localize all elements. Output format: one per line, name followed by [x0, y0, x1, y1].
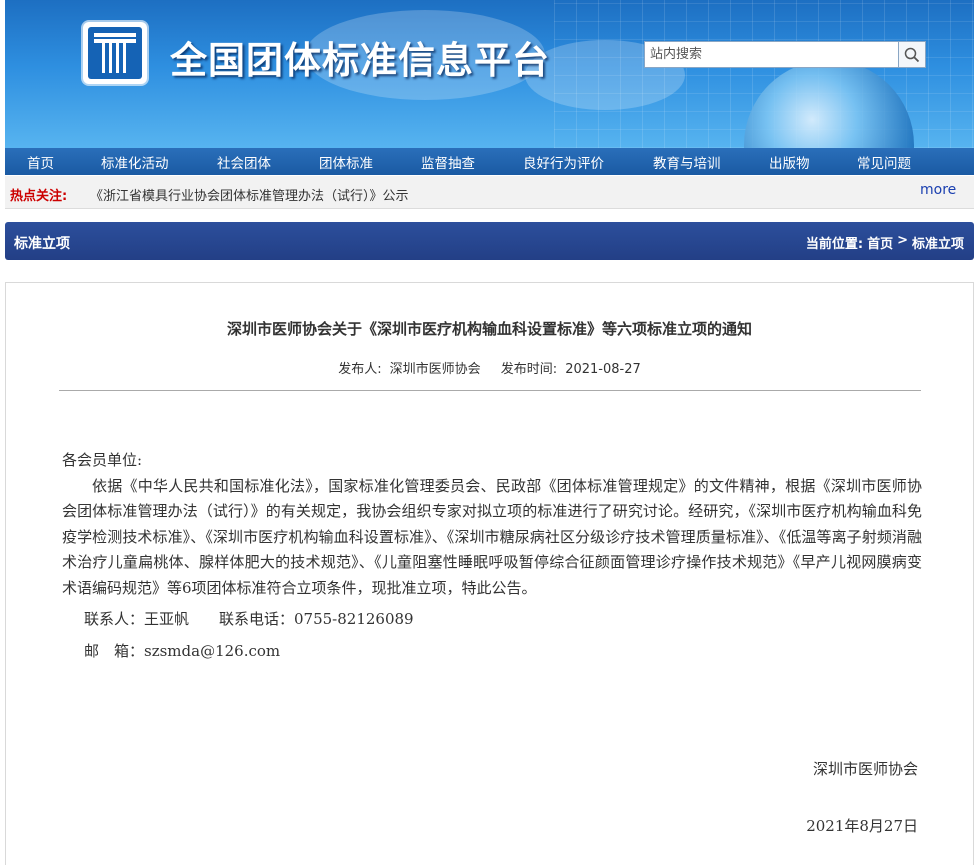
- section-title: 标准立项: [14, 236, 70, 252]
- nav-item-social-groups[interactable]: 社会团体: [217, 152, 271, 172]
- breadcrumb-home[interactable]: 首页: [867, 233, 893, 252]
- breadcrumb: 当前位置: 首页 > 标准立项: [806, 233, 964, 252]
- site-title: 全国团体标准信息平台: [170, 39, 550, 82]
- nav-item-faq[interactable]: 常见问题: [857, 152, 911, 172]
- nav-item-education[interactable]: 教育与培训: [653, 152, 721, 172]
- publisher-label: 发布人:: [338, 362, 382, 377]
- nav-item-supervision[interactable]: 监督抽查: [421, 152, 475, 172]
- nav-item-group-standards[interactable]: 团体标准: [319, 152, 373, 172]
- search-box: [644, 41, 926, 68]
- hot-topic-link[interactable]: 《浙江省模具行业协会团体标准管理办法（试行）》公示: [90, 185, 409, 204]
- breadcrumb-separator: >: [897, 233, 908, 248]
- hot-topics-label: 热点关注:: [10, 189, 68, 204]
- article-container: 深圳市医师协会关于《深圳市医疗机构输血科设置标准》等六项标准立项的通知 发布人:…: [5, 282, 974, 865]
- email-line: 邮 箱：szsmda@126.com: [84, 641, 281, 660]
- search-icon: [904, 47, 920, 62]
- salutation: 各会员单位:: [62, 451, 143, 469]
- site-logo[interactable]: [83, 22, 147, 84]
- breadcrumb-label: 当前位置:: [805, 237, 864, 252]
- article-body: 各会员单位: 依据《中华人民共和国标准化法》，国家标准化管理委员会、民政部《团体…: [62, 448, 922, 664]
- section-header: 标准立项 当前位置: 首页 > 标准立项: [5, 222, 974, 260]
- article-title: 深圳市医师协会关于《深圳市医疗机构输血科设置标准》等六项标准立项的通知: [226, 320, 752, 338]
- publisher: 深圳市医师协会: [389, 362, 481, 377]
- publish-date: 2021-08-27: [565, 362, 641, 377]
- hot-topics-bar: 热点关注: 《浙江省模具行业协会团体标准管理办法（试行）》公示 more: [5, 176, 974, 209]
- search-button[interactable]: [899, 41, 926, 68]
- search-input[interactable]: [644, 41, 899, 68]
- main-nav: 首页 标准化活动 社会团体 团体标准 监督抽查 良好行为评价 教育与培训 出版物…: [5, 148, 974, 175]
- article-meta: 发布人: 深圳市医师协会 发布时间: 2021-08-27: [6, 358, 973, 377]
- date-label: 发布时间:: [500, 362, 558, 377]
- signature: 深圳市医师协会: [812, 760, 918, 778]
- nav-item-evaluation[interactable]: 良好行为评价: [523, 152, 604, 172]
- nav-item-home[interactable]: 首页: [27, 152, 54, 172]
- more-link[interactable]: more: [920, 182, 956, 198]
- breadcrumb-current[interactable]: 标准立项: [912, 233, 964, 252]
- nav-item-standardization[interactable]: 标准化活动: [101, 152, 169, 172]
- nav-item-publications[interactable]: 出版物: [769, 152, 810, 172]
- logo-icon: [88, 27, 142, 79]
- signature-date: 2021年8月27日: [806, 817, 918, 835]
- header-banner: 全国团体标准信息平台: [5, 0, 974, 148]
- body-paragraph: 依据《中华人民共和国标准化法》，国家标准化管理委员会、民政部《团体标准管理规定》…: [62, 476, 922, 597]
- contact-line: 联系人：王亚帆 联系电话：0755-82126089: [84, 610, 414, 628]
- divider: [59, 390, 921, 391]
